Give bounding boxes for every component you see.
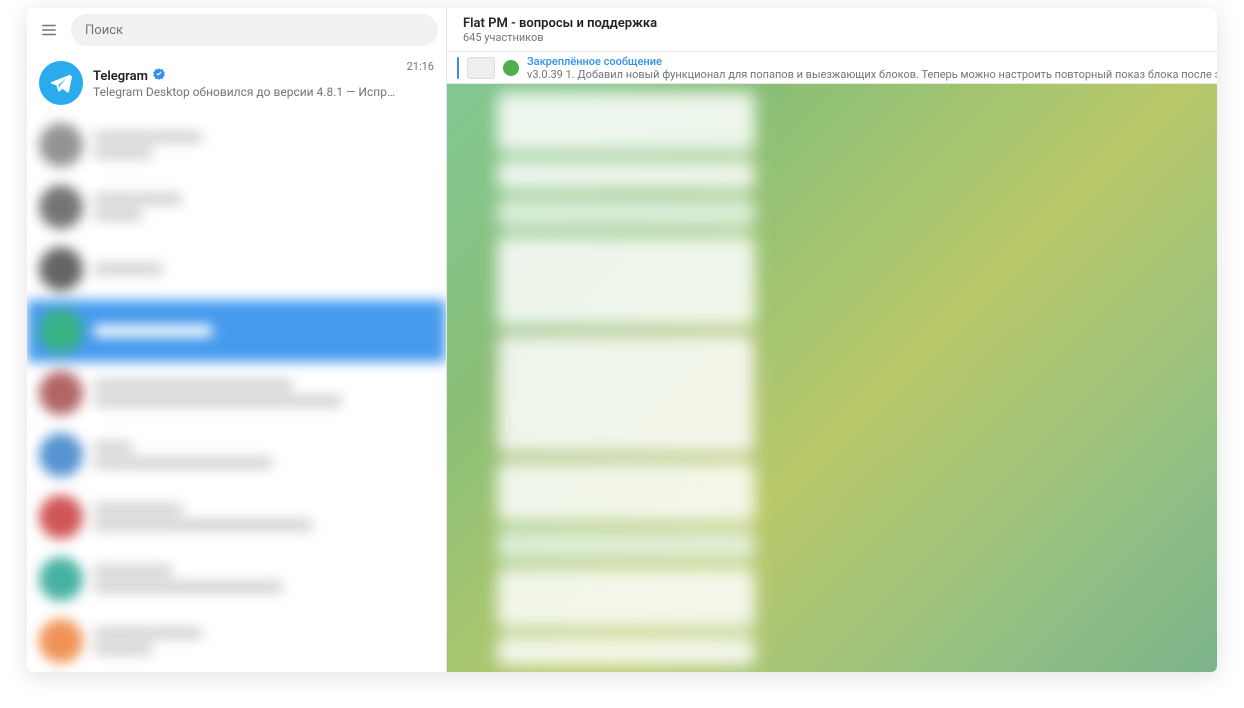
- messages-area[interactable]: 22: [447, 84, 1217, 672]
- sidebar-top: [27, 8, 446, 52]
- chat-header[interactable]: Flat PM - вопросы и поддержка 645 участн…: [447, 8, 1217, 52]
- hamburger-icon: [40, 21, 58, 39]
- telegram-icon: [49, 71, 73, 95]
- pinned-thumbnail: [467, 57, 495, 79]
- blurred-chats: [27, 114, 446, 672]
- pinned-indicator: [457, 57, 459, 79]
- pinned-label: Закреплённое сообщение: [527, 55, 1217, 68]
- sidebar: Telegram Telegram Desktop обновился до в…: [27, 8, 447, 672]
- chat-list[interactable]: Telegram Telegram Desktop обновился до в…: [27, 52, 446, 672]
- pinned-avatar: [503, 60, 519, 76]
- header-info: Flat PM - вопросы и поддержка 645 участн…: [463, 16, 1217, 44]
- app-window: Telegram Telegram Desktop обновился до в…: [27, 8, 1217, 672]
- chat-title: Flat PM - вопросы и поддержка: [463, 16, 1217, 31]
- chat-time: 21:16: [407, 60, 434, 73]
- chat-text: Telegram Telegram Desktop обновился до в…: [93, 67, 397, 99]
- chat-members: 645 участников: [463, 31, 1217, 44]
- pinned-message[interactable]: Закреплённое сообщение v3.0.39 1. Добави…: [447, 52, 1217, 84]
- chat-panel: Flat PM - вопросы и поддержка 645 участн…: [447, 8, 1217, 672]
- chat-preview: Telegram Desktop обновился до версии 4.8…: [93, 85, 397, 99]
- avatar: [39, 61, 83, 105]
- pinned-content: Закреплённое сообщение v3.0.39 1. Добави…: [527, 55, 1217, 81]
- search-input[interactable]: [71, 14, 438, 46]
- chat-item-telegram[interactable]: Telegram Telegram Desktop обновился до в…: [27, 52, 446, 114]
- chat-title: Telegram: [93, 69, 148, 84]
- verified-icon: [152, 67, 166, 85]
- pinned-text: v3.0.39 1. Добавил новый функционал для …: [527, 68, 1217, 81]
- menu-button[interactable]: [35, 16, 63, 44]
- blurred-messages: [447, 84, 767, 672]
